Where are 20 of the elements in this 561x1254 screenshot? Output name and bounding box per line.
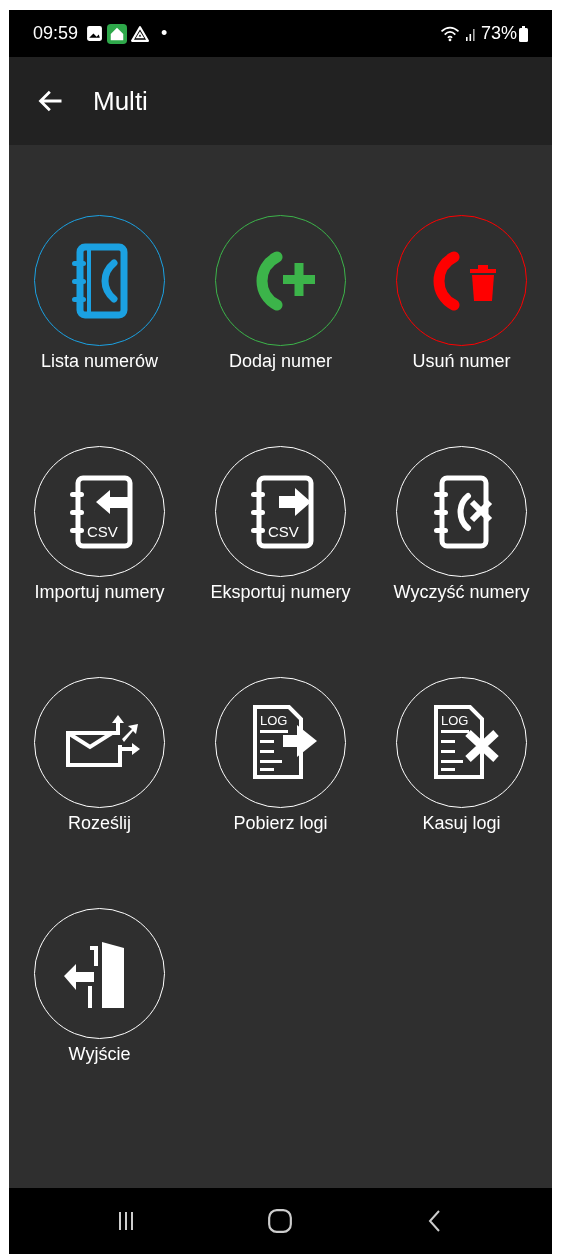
image-icon: [86, 25, 104, 42]
home-icon[interactable]: [267, 1208, 294, 1234]
tile-label: Eksportuj numery: [210, 581, 351, 604]
screen-title: Multi: [93, 84, 148, 118]
status-time: 09:59: [33, 22, 79, 45]
tile-label: Kasuj logi: [422, 812, 501, 835]
tile-label: Lista numerów: [40, 350, 159, 373]
tile-label: Wyczyść numery: [393, 581, 530, 604]
tile-label: Importuj numery: [34, 581, 165, 604]
house-app-icon: [107, 23, 128, 44]
tile-label: Dodaj numer: [228, 350, 333, 373]
tile-label: Roześlij: [68, 812, 131, 835]
battery-icon: [519, 25, 528, 42]
notification-dot: •: [161, 22, 168, 45]
triangle-icon: [131, 24, 150, 43]
tile-label: Wyjście: [68, 1043, 131, 1066]
battery-percent: 73%: [480, 22, 517, 45]
tile-label: Usuń numer: [412, 350, 511, 373]
wifi-icon: [438, 25, 461, 42]
tile-label: Pobierz logi: [233, 812, 328, 835]
